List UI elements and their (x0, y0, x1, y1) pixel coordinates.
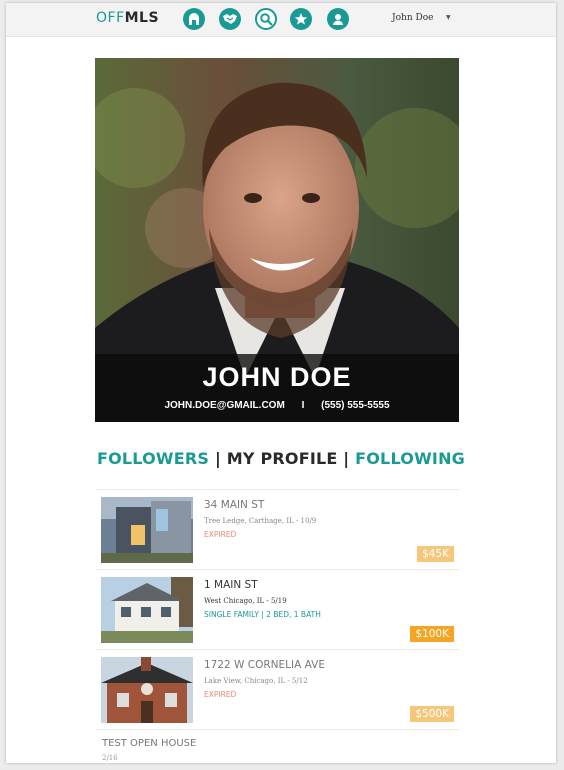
top-nav: OFFMLS John Doe ▼ (6, 3, 556, 37)
listing-thumbnail[interactable] (101, 577, 193, 643)
listing-location: Tree Ledge, Carthage, IL - 10/9 (204, 517, 317, 525)
listing-address: 34 MAIN ST (204, 499, 265, 511)
tab-my-profile[interactable]: MY PROFILE (227, 449, 338, 468)
profile-photo: JOHN DOE JOHN.DOE@GMAIL.COM I (555) 555-… (95, 58, 459, 422)
tab-separator: | (214, 449, 221, 468)
logo[interactable]: OFFMLS (96, 10, 159, 26)
profile-email[interactable]: JOHN.DOE@GMAIL.COM (164, 400, 284, 411)
listing-address: 1 MAIN ST (204, 579, 258, 591)
profile-phone[interactable]: (555) 555-5555 (321, 400, 389, 411)
app-frame: OFFMLS John Doe ▼ JOHN DOE JOHN.DOE@GMAI… (6, 3, 556, 763)
listing-price: $500K (410, 706, 454, 722)
listing-status: EXPIRED (204, 530, 237, 539)
listing-address: 1722 W CORNELIA AVE (204, 659, 325, 671)
listing-thumbnail[interactable] (101, 497, 193, 563)
tab-followers[interactable]: FOLLOWERS (97, 449, 209, 468)
user-menu[interactable]: John Doe (392, 13, 433, 23)
profile-tabs: FOLLOWERS | MY PROFILE | FOLLOWING (6, 449, 556, 468)
open-house-title[interactable]: TEST OPEN HOUSE (102, 738, 196, 749)
listing-details: SINGLE FAMILY | 2 BED, 1 BATH (204, 610, 321, 619)
tab-following[interactable]: FOLLOWING (355, 449, 465, 468)
tab-separator: | (343, 449, 350, 468)
listing-location: West Chicago, IL - 5/19 (204, 597, 287, 605)
listing-thumbnail[interactable] (101, 657, 193, 723)
listing-price: $45K (417, 546, 454, 562)
handshake-icon[interactable] (219, 8, 241, 30)
logo-mls-text: MLS (124, 10, 160, 26)
profile-banner: JOHN DOE JOHN.DOE@GMAIL.COM I (555) 555-… (95, 354, 459, 422)
logo-off-text: OFF (96, 10, 125, 26)
listing-price: $100K (410, 626, 454, 642)
contact-separator: I (301, 400, 305, 411)
profile-contact: JOHN.DOE@GMAIL.COM I (555) 555-5555 (95, 400, 459, 411)
divider (96, 729, 460, 730)
listing-item[interactable]: 1722 W CORNELIA AVE Lake View, Chicago, … (96, 649, 460, 730)
listing-item[interactable]: 34 MAIN ST Tree Ledge, Carthage, IL - 10… (96, 489, 460, 570)
listing-location: Lake View, Chicago, IL - 5/12 (204, 677, 308, 685)
profile-name: JOHN DOE (202, 362, 352, 392)
search-icon[interactable] (255, 8, 277, 30)
open-house-date: 2/16 (102, 754, 118, 762)
house-icon[interactable] (183, 8, 205, 30)
star-icon[interactable] (290, 8, 312, 30)
listing-item[interactable]: 1 MAIN ST West Chicago, IL - 5/19 SINGLE… (96, 569, 460, 650)
chevron-down-icon[interactable]: ▼ (446, 14, 451, 21)
user-icon[interactable] (327, 8, 349, 30)
listing-status: EXPIRED (204, 690, 237, 699)
